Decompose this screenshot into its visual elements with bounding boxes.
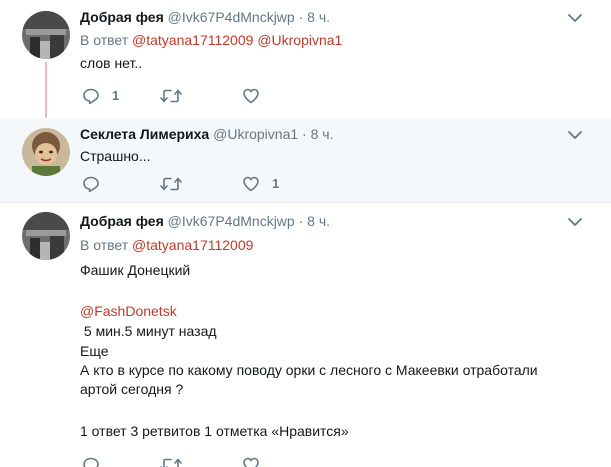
like-button[interactable]: [242, 84, 272, 108]
tweet-header: Секлета Лимериха @Ukropivna1 · 8 ч.: [80, 125, 333, 143]
tweet-text: Страшно...: [80, 148, 151, 164]
separator-dot: ·: [298, 9, 304, 25]
like-button[interactable]: [242, 453, 260, 467]
mention-link[interactable]: @Ukropivna1: [257, 32, 342, 48]
user-handle[interactable]: @Ivk67P4dMnckjwp: [168, 9, 295, 25]
display-name[interactable]: Добрая фея: [80, 213, 164, 229]
tweet-1[interactable]: Добрая фея @Ivk67P4dMnckjwp · 8 ч. В отв…: [0, 0, 611, 118]
reply-icon: [83, 457, 99, 467]
mention-link[interactable]: @tatyana17112009: [132, 237, 253, 253]
display-name[interactable]: Секлета Лимериха: [80, 126, 209, 142]
avatar[interactable]: [22, 11, 70, 59]
reply-icon: [83, 88, 99, 105]
retweet-icon: [160, 89, 182, 103]
tweet-text-line: 1 ответ 3 ретвитов 1 отметка «Нравится»: [80, 423, 349, 439]
tweet-text: слов нет..: [80, 55, 143, 71]
mention-link[interactable]: @tatyana17112009: [132, 32, 253, 48]
reply-prefix: В ответ: [80, 237, 129, 253]
tweet-3[interactable]: Добрая фея @Ivk67P4dMnckjwp · 8 ч. В отв…: [0, 203, 611, 467]
retweet-icon: [160, 177, 182, 191]
tweet-header: Добрая фея @Ivk67P4dMnckjwp · 8 ч.: [80, 8, 330, 26]
separator-dot: ·: [302, 126, 307, 142]
retweet-button[interactable]: [160, 453, 182, 467]
reply-icon: [83, 176, 99, 193]
avatar[interactable]: [22, 128, 70, 176]
reply-button[interactable]: [82, 172, 112, 196]
tweet-text-line: Еще: [80, 343, 109, 359]
like-icon: [243, 457, 259, 467]
chevron-down-icon[interactable]: [567, 129, 583, 141]
reply-prefix: В ответ: [80, 32, 129, 48]
tweet-header: Добрая фея @Ivk67P4dMnckjwp · 8 ч.: [80, 212, 330, 230]
reply-to-line: В ответ @tatyana17112009 @Ukropivna1: [80, 31, 342, 49]
user-handle[interactable]: @Ukropivna1: [213, 126, 298, 142]
mention-link[interactable]: @FashDonetsk: [80, 302, 177, 321]
reply-count: 1: [112, 88, 120, 103]
retweet-icon: [160, 458, 182, 467]
timestamp[interactable]: 8 ч.: [307, 213, 330, 229]
retweet-button[interactable]: [160, 172, 194, 196]
retweet-button[interactable]: [160, 84, 194, 108]
tweet-2[interactable]: Секлета Лимериха @Ukropivna1 · 8 ч. Стра…: [0, 118, 611, 202]
like-icon: [243, 88, 259, 104]
tweet-text-line: А кто в курсе по какому поводу орки с ле…: [80, 362, 538, 397]
chevron-down-icon[interactable]: [567, 216, 583, 228]
user-handle[interactable]: @Ivk67P4dMnckjwp: [168, 213, 295, 229]
like-count: 1: [272, 176, 280, 191]
display-name[interactable]: Добрая фея: [80, 9, 164, 25]
tweet-text-line: 5 мин.5 минут назад: [80, 323, 217, 339]
like-icon: [243, 176, 259, 192]
reply-button[interactable]: 1: [82, 84, 119, 108]
timestamp[interactable]: 8 ч.: [311, 126, 334, 142]
tweet-text-line: Фашик Донецкий: [80, 262, 191, 278]
avatar[interactable]: [22, 212, 70, 260]
separator-dot: ·: [298, 213, 304, 229]
timestamp[interactable]: 8 ч.: [307, 9, 330, 25]
reply-button[interactable]: [82, 453, 100, 467]
thread-line: [45, 62, 47, 118]
like-button[interactable]: 1: [242, 172, 279, 196]
chevron-down-icon[interactable]: [567, 12, 583, 24]
reply-to-line: В ответ @tatyana17112009: [80, 236, 253, 254]
